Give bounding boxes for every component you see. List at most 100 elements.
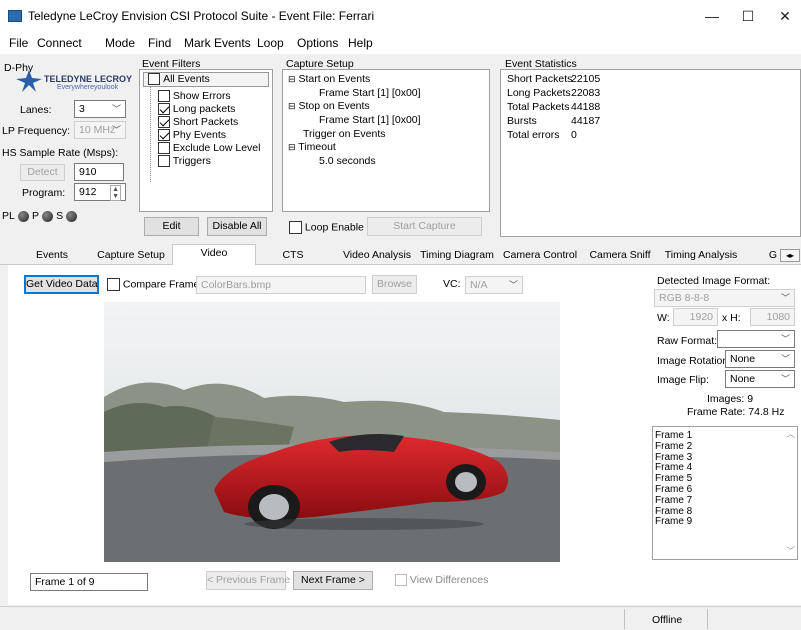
chevron-down-icon: ﹀ <box>111 125 121 135</box>
raw-format-label: Raw Format: <box>657 335 718 347</box>
filter-exclude-low-level[interactable]: Exclude Low Level <box>158 142 260 155</box>
capture-setup-tree: ⊟ Start on Events Frame Start [1] [0x00]… <box>282 69 490 212</box>
lp-frequency-label: LP Frequency: <box>2 125 71 137</box>
tab-video-analysis[interactable]: Video Analysis <box>342 247 412 265</box>
lanes-select[interactable]: 3 ﹀ <box>74 100 126 118</box>
stop-on-events-node[interactable]: ⊟ Stop on Events <box>288 100 370 112</box>
get-video-data-button[interactable]: Get Video Data <box>24 275 99 294</box>
height-label: x H: <box>722 312 741 324</box>
led-s-icon <box>66 210 78 222</box>
loop-enable-checkbox[interactable]: Loop Enable <box>289 221 364 234</box>
next-frame-button[interactable]: Next Frame > <box>293 571 373 590</box>
timeout-value-node[interactable]: 5.0 seconds <box>319 155 376 167</box>
maximize-button[interactable]: ☐ <box>733 6 763 26</box>
stat-label: Short Packets <box>507 73 573 85</box>
start-on-events-node[interactable]: ⊟ Start on Events <box>288 73 370 85</box>
stat-label: Bursts <box>507 115 537 127</box>
collapse-icon: ⊟ <box>288 74 296 84</box>
view-differences-checkbox[interactable]: View Differences <box>395 574 488 587</box>
image-flip-select[interactable]: None ﹀ <box>725 370 795 388</box>
all-events-row[interactable]: All Events <box>143 72 269 87</box>
start-capture-button[interactable]: Start Capture <box>367 217 482 236</box>
close-button[interactable]: ✕ <box>770 6 800 26</box>
chevron-down-icon: ﹀ <box>780 374 790 384</box>
menu-connect[interactable]: Connect <box>37 36 82 50</box>
captured-frame-image <box>104 302 560 562</box>
title-bar: Teledyne LeCroy Envision CSI Protocol Su… <box>0 0 801 32</box>
tab-timing-diagram[interactable]: Timing Diagram <box>420 247 494 265</box>
browse-button[interactable]: Browse <box>372 275 417 294</box>
filter-phy-events[interactable]: Phy Events <box>158 129 226 142</box>
logo-name: TELEDYNE LECROY <box>44 74 133 84</box>
frame-rate: Frame Rate: 74.8 Hz <box>687 406 785 418</box>
tab-cts[interactable]: CTS <box>265 247 321 265</box>
raw-format-select[interactable]: ﹀ <box>717 330 795 348</box>
stat-label: Total errors <box>507 129 560 141</box>
tab-capture-setup[interactable]: Capture Setup <box>94 247 168 265</box>
images-count: Images: 9 <box>707 393 754 405</box>
collapse-icon: ⊟ <box>288 142 296 152</box>
compare-frames-checkbox[interactable]: Compare Frames <box>107 278 205 291</box>
stat-value: 44187 <box>571 115 601 127</box>
image-rotation-select[interactable]: None ﹀ <box>725 350 795 368</box>
menu-help[interactable]: Help <box>348 36 373 50</box>
vc-select[interactable]: N/A ﹀ <box>465 276 523 294</box>
menu-options[interactable]: Options <box>297 36 338 50</box>
scroll-up-icon[interactable]: ︿ <box>786 429 795 440</box>
all-events-checkbox[interactable] <box>148 73 160 86</box>
program-label: Program: <box>22 187 66 199</box>
stop-frame-node[interactable]: Frame Start [1] [0x00] <box>319 114 421 126</box>
list-item[interactable]: Frame 7 <box>655 495 692 507</box>
menu-mark-events[interactable]: Mark Events <box>184 36 251 50</box>
menu-find[interactable]: Find <box>148 36 171 50</box>
chevron-down-icon: ﹀ <box>780 334 790 344</box>
image-flip-label: Image Flip: <box>657 374 709 386</box>
tree-line <box>150 87 151 182</box>
minimize-button[interactable]: — <box>697 6 727 26</box>
list-item[interactable]: Frame 2 <box>655 441 692 453</box>
connection-status: Offline <box>652 614 683 626</box>
width-field[interactable]: 1920 <box>673 308 718 326</box>
tab-video[interactable]: Video <box>172 244 256 266</box>
previous-frame-button[interactable]: < Previous Frame <box>206 571 290 590</box>
detected-format-select[interactable]: RGB 8-8-8 ﹀ <box>654 289 795 307</box>
disable-all-button[interactable]: Disable All <box>207 217 267 236</box>
edit-button[interactable]: Edit <box>144 217 199 236</box>
image-rotation-label: Image Rotation: <box>657 355 732 367</box>
teledyne-logo-icon <box>16 70 42 92</box>
tab-camera-control[interactable]: Camera Control <box>502 247 578 265</box>
list-item[interactable]: Frame 9 <box>655 517 692 528</box>
program-stepper[interactable]: 912 ▲ ▼ <box>74 183 126 201</box>
menu-file[interactable]: File <box>9 36 28 50</box>
filter-short-packets[interactable]: Short Packets <box>158 116 238 129</box>
scroll-down-icon[interactable]: ﹀ <box>786 546 795 557</box>
tab-timing-analysis[interactable]: Timing Analysis <box>663 247 739 265</box>
timeout-node[interactable]: ⊟ Timeout <box>288 141 336 153</box>
status-divider <box>624 609 625 629</box>
trigger-on-events-node[interactable]: Trigger on Events <box>303 128 385 140</box>
chevron-down-icon: ﹀ <box>111 104 121 114</box>
detect-button[interactable]: Detect <box>20 164 65 181</box>
menu-mode[interactable]: Mode <box>105 36 135 50</box>
lp-frequency-select[interactable]: 10 MHz ﹀ <box>74 121 126 139</box>
compare-file-field[interactable]: ColorBars.bmp <box>196 276 366 294</box>
app-icon <box>8 10 22 22</box>
tab-camera-sniff[interactable]: Camera Sniff <box>586 247 654 265</box>
start-frame-node[interactable]: Frame Start [1] [0x00] <box>319 87 421 99</box>
vc-label: VC: <box>443 278 461 290</box>
tab-events[interactable]: Events <box>20 247 84 265</box>
tab-scroll-arrows-icon[interactable]: ◂▸ <box>780 249 800 262</box>
menu-loop[interactable]: Loop <box>257 36 284 50</box>
logo-tagline: Everywhereyoulook <box>57 84 119 91</box>
height-field[interactable]: 1080 <box>750 308 795 326</box>
stat-value: 22083 <box>571 87 601 99</box>
chevron-down-icon: ﹀ <box>780 293 790 303</box>
filter-show-errors[interactable]: Show Errors <box>158 90 231 103</box>
frame-list[interactable]: Frame 1 Frame 2 Frame 3 Frame 4 Frame 5 … <box>652 426 798 560</box>
detect-value-field[interactable]: 910 <box>74 163 124 181</box>
filter-long-packets[interactable]: Long packets <box>158 103 235 116</box>
filter-triggers[interactable]: Triggers <box>158 155 211 168</box>
status-leds: PL P S <box>2 210 78 222</box>
spin-arrows-icon[interactable]: ▲ ▼ <box>110 185 121 201</box>
collapse-icon: ⊟ <box>288 101 296 111</box>
